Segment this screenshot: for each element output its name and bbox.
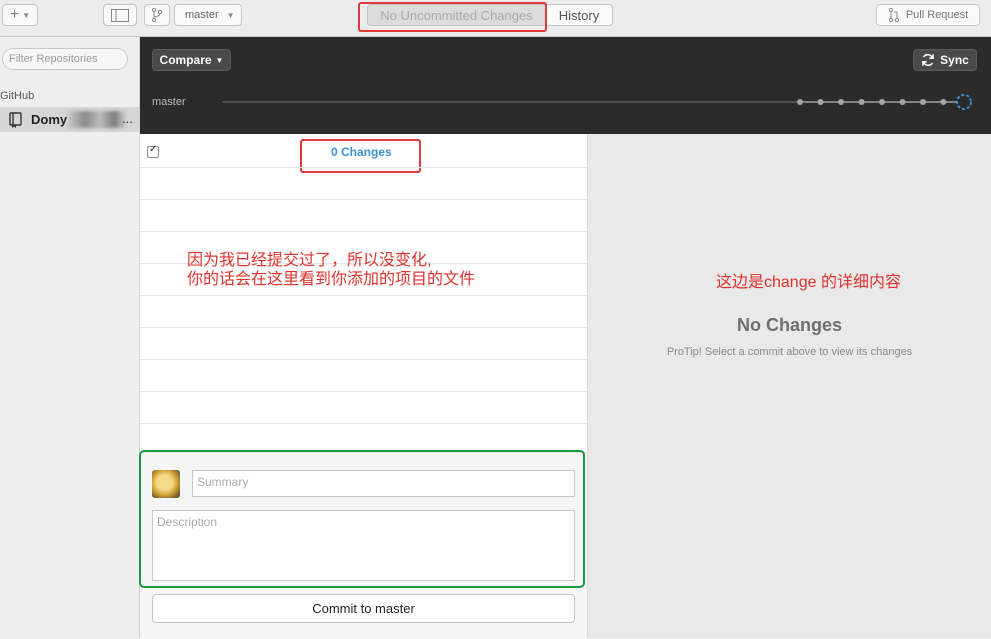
sidebar-item-repo[interactable]: Domy ... (0, 107, 139, 132)
branch-header: Compare ▼ Sync master (140, 37, 991, 134)
timeline-branch-label: master (152, 96, 186, 108)
timeline-commit-dot[interactable] (797, 99, 803, 105)
timeline-commit-dot[interactable] (879, 99, 885, 105)
sync-label: Sync (940, 53, 969, 67)
chevron-down-icon: ▼ (22, 10, 31, 20)
row-divider (140, 199, 587, 200)
commit-button[interactable]: Commit to master (152, 594, 575, 623)
timeline-commit-dot[interactable] (940, 99, 947, 105)
row-divider (140, 231, 587, 232)
timeline-commit-dot[interactable] (899, 99, 906, 105)
chevron-down-icon: ▼ (215, 55, 224, 65)
row-divider (140, 167, 587, 168)
tab-history[interactable]: History (546, 4, 613, 26)
timeline-uncommitted-node[interactable] (956, 94, 972, 110)
sidebar-icon (111, 8, 129, 22)
row-divider (140, 423, 587, 424)
sync-icon (922, 53, 934, 67)
commit-button-label: Commit to master (312, 601, 415, 616)
timeline-commit-dot[interactable] (838, 99, 844, 105)
empty-state-title: No Changes (736, 315, 842, 335)
commit-timeline[interactable] (222, 92, 977, 112)
changes-panel: ✓ 0 Changes 因为我已经提交过了，所以没变化, 你的话会在这里看到你添… (139, 134, 588, 639)
tab-history-label: History (558, 7, 600, 23)
branch-icon (151, 8, 163, 22)
annotation-left-line2: 你的话会在这里看到你添加的项目的文件 (187, 271, 476, 288)
checkmark-icon: ✓ (149, 144, 158, 155)
branch-name: master (185, 9, 219, 21)
select-all-checkbox[interactable]: ✓ (147, 144, 159, 158)
row-divider (140, 359, 587, 360)
annotation-highlight-uncommitted (358, 2, 547, 32)
filter-repositories-input[interactable]: Filter Repositories (2, 48, 128, 70)
pull-request-button[interactable]: Pull Request (876, 4, 980, 26)
repo-icon (9, 112, 22, 128)
filter-placeholder: Filter Repositories (9, 53, 98, 65)
branch-button[interactable] (144, 4, 170, 26)
timeline-commit-dot[interactable] (920, 99, 926, 105)
diff-detail-panel: 这边是change 的详细内容 No Changes ProTip! Selec… (588, 134, 991, 638)
chevron-down-icon: ▼ (226, 10, 235, 20)
toggle-sidebar-button[interactable] (103, 4, 137, 26)
sync-button[interactable]: Sync (913, 49, 977, 71)
annotation-text-right: 这边是change 的详细内容 (716, 274, 901, 291)
row-divider (140, 295, 587, 296)
annotation-left-line1: 因为我已经提交过了，所以没变化, (187, 252, 432, 269)
sidebar: Filter Repositories GitHub Domy ... (0, 37, 140, 638)
pull-request-icon (888, 8, 899, 22)
row-divider (140, 327, 587, 328)
compare-label: Compare (159, 53, 212, 67)
row-divider (140, 391, 587, 392)
timeline-commit-dot[interactable] (817, 99, 824, 105)
toolbar: + ▼ master ▼ No Uncommitted Changes Hist… (0, 0, 991, 37)
add-button[interactable]: + ▼ (2, 4, 38, 26)
repo-name: Domy (31, 112, 68, 127)
annotation-highlight-commit-form (139, 450, 585, 588)
pull-request-label: Pull Request (905, 9, 969, 21)
branch-selector[interactable]: master ▼ (174, 4, 242, 26)
compare-button[interactable]: Compare ▼ (152, 49, 231, 71)
empty-state-tip: ProTip! Select a commit above to view it… (666, 346, 913, 358)
redacted-block (68, 111, 126, 128)
sidebar-section-label: GitHub (0, 90, 35, 102)
plus-icon: + (9, 6, 20, 23)
repo-name-ellipsis: ... (122, 111, 133, 126)
annotation-text-left: 因为我已经提交过了，所以没变化, 你的话会在这里看到你添加的项目的文件 (187, 251, 475, 289)
timeline-commit-dot[interactable] (858, 99, 865, 105)
